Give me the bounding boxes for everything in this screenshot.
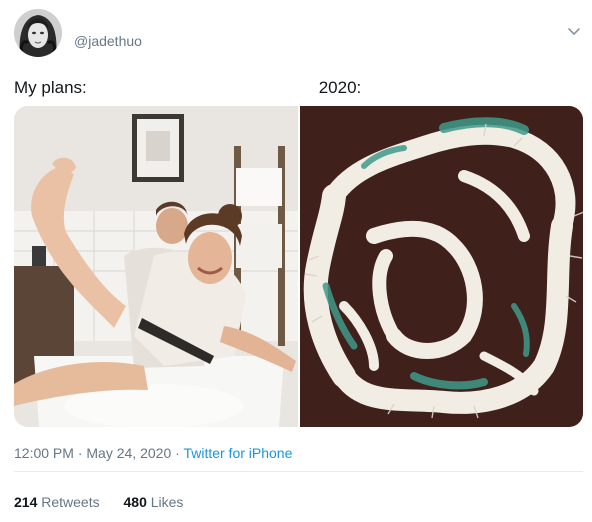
retweets-count: 214 bbox=[14, 494, 38, 510]
tweet-time[interactable]: 12:00 PM bbox=[14, 445, 74, 461]
caption-right: 2020: bbox=[318, 78, 362, 97]
tweet-media[interactable] bbox=[14, 106, 583, 427]
likes-count: 480 bbox=[123, 494, 147, 510]
tweet-meta: 12:00 PM · May 24, 2020 · Twitter for iP… bbox=[14, 445, 292, 461]
retweets-stat[interactable]: 214 Retweets bbox=[14, 494, 100, 510]
user-handle[interactable]: @jadethuo bbox=[74, 33, 142, 49]
likes-label: Likes bbox=[150, 494, 184, 510]
divider bbox=[14, 471, 583, 472]
caption-left: My plans: bbox=[14, 78, 87, 97]
tweet-source[interactable]: Twitter for iPhone bbox=[183, 445, 292, 461]
avatar-image bbox=[14, 9, 62, 57]
avatar[interactable] bbox=[14, 9, 62, 57]
retweets-label: Retweets bbox=[41, 494, 100, 510]
photo-shredded-cloth[interactable] bbox=[300, 106, 583, 427]
photo-bathroom[interactable] bbox=[14, 106, 298, 427]
tweet-date[interactable]: May 24, 2020 bbox=[86, 445, 171, 461]
chevron-down-icon[interactable] bbox=[566, 23, 582, 39]
tweet-stats: 214 Retweets 480 Likes bbox=[14, 494, 203, 510]
likes-stat[interactable]: 480 Likes bbox=[124, 494, 184, 510]
